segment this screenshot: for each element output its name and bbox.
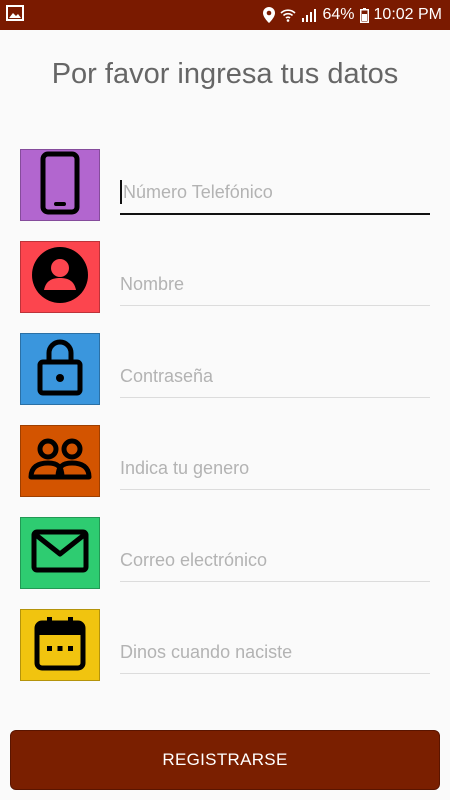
phone-input[interactable]: Número Telefónico: [120, 171, 430, 215]
text-cursor: [120, 180, 122, 204]
phone-icon: [40, 151, 80, 220]
password-row: Contraseña: [20, 333, 430, 405]
image-icon: [6, 4, 24, 26]
email-placeholder: Correo electrónico: [120, 549, 268, 570]
email-row: Correo electrónico: [20, 517, 430, 589]
gender-row: Indica tu genero: [20, 425, 430, 497]
battery-icon: [359, 7, 369, 23]
name-row: Nombre: [20, 241, 430, 313]
status-bar: 64% 10:02 PM: [0, 0, 450, 30]
person-icon: [31, 246, 89, 309]
lock-icon-tile: [20, 333, 100, 405]
birthdate-input[interactable]: Dinos cuando naciste: [120, 631, 430, 674]
email-input[interactable]: Correo electrónico: [120, 539, 430, 582]
phone-icon-tile: [20, 149, 100, 221]
register-button[interactable]: REGISTRARSE: [10, 730, 440, 790]
people-icon: [28, 437, 92, 486]
calendar-icon: [34, 615, 86, 676]
phone-row: Número Telefónico: [20, 149, 430, 221]
people-icon-tile: [20, 425, 100, 497]
name-input[interactable]: Nombre: [120, 263, 430, 306]
signal-icon: [301, 8, 317, 22]
mail-icon-tile: [20, 517, 100, 589]
wifi-icon: [280, 8, 297, 22]
page-title: Por favor ingresa tus datos: [51, 58, 399, 90]
location-icon: [263, 7, 276, 23]
birthdate-placeholder: Dinos cuando naciste: [120, 641, 293, 662]
birthdate-row: Dinos cuando naciste: [20, 609, 430, 681]
battery-text: 64%: [322, 6, 355, 23]
lock-icon: [37, 338, 83, 401]
calendar-icon-tile: [20, 609, 100, 681]
clock: 10:02 PM: [373, 6, 442, 23]
gender-input[interactable]: Indica tu genero: [120, 447, 430, 490]
mail-icon: [31, 529, 89, 578]
phone-placeholder: Número Telefónico: [123, 181, 273, 202]
person-icon-tile: [20, 241, 100, 313]
password-placeholder: Contraseña: [120, 365, 214, 386]
password-input[interactable]: Contraseña: [120, 355, 430, 398]
gender-placeholder: Indica tu genero: [120, 457, 250, 478]
name-placeholder: Nombre: [120, 273, 185, 294]
